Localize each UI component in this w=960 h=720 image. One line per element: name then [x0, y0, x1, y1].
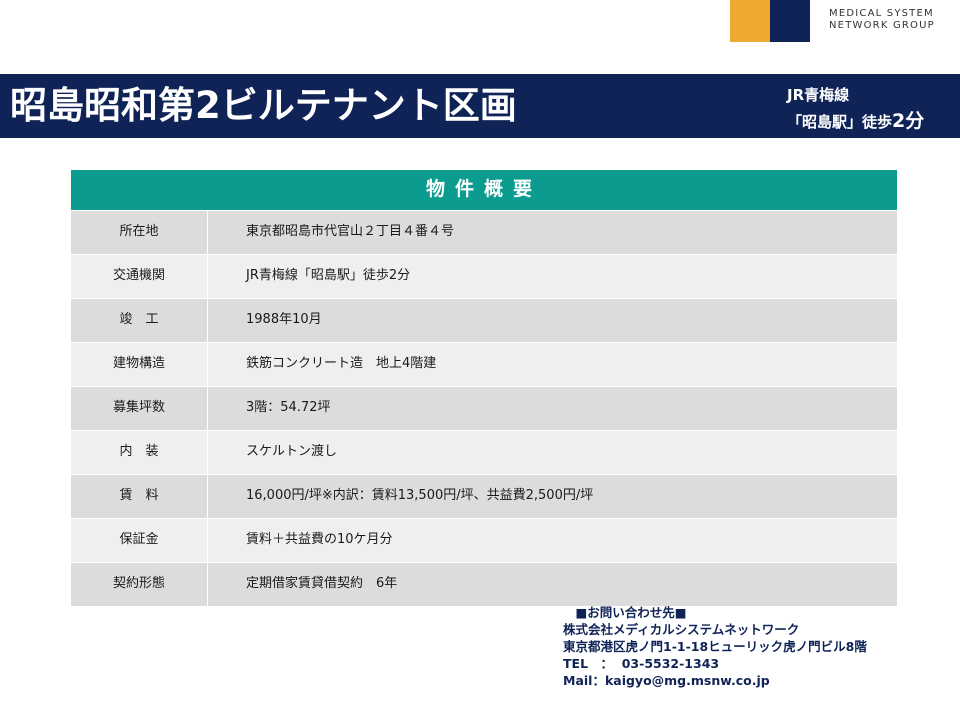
table-row: 内 装 スケルトン渡し	[71, 430, 897, 474]
contact-mail: Mail：kaigyo@mg.msnw.co.jp	[563, 673, 770, 688]
station-access-minutes: 2分	[892, 110, 925, 132]
row-label: 内 装	[71, 431, 208, 474]
table-row: 募集坪数 3階：54.72坪	[71, 386, 897, 430]
logo-text: MEDICAL SYSTEM NETWORK GROUP	[829, 8, 935, 32]
station-access: 「昭島駅」徒歩2分	[787, 108, 924, 135]
contact-company: 株式会社メディカルシステムネットワーク	[563, 622, 800, 637]
table-row: 竣 工 1988年10月	[71, 298, 897, 342]
row-label: 募集坪数	[71, 387, 208, 430]
row-value: 16,000円/坪※内訳：賃料13,500円/坪、共益費2,500円/坪	[246, 488, 594, 503]
contact-block: ■お問い合わせ先■ 株式会社メディカルシステムネットワーク 東京都港区虎ノ門1-…	[563, 604, 867, 689]
row-value: JR青梅線「昭島駅」徒歩2分	[246, 268, 411, 283]
row-value: 鉄筋コンクリート造 地上4階建	[246, 356, 437, 371]
contact-tel: TEL ： 03-5532-1343	[563, 656, 720, 671]
row-label: 竣 工	[71, 299, 208, 342]
contact-heading: ■お問い合わせ先■	[563, 605, 687, 620]
table-row: 契約形態 定期借家賃貸借契約 6年	[71, 562, 897, 606]
table-row: 保証金 賃料＋共益費の10ケ月分	[71, 518, 897, 562]
row-label: 保証金	[71, 519, 208, 562]
contact-address: 東京都港区虎ノ門1-1-18ヒューリック虎ノ門ビル8階	[563, 639, 867, 654]
logo-text-line1: MEDICAL SYSTEM	[829, 8, 934, 19]
property-summary-table: 物件概要 所在地 東京都昭島市代官山２丁目４番４号交通機関 JR青梅線「昭島駅」徒歩…	[71, 170, 897, 606]
row-label: 交通機関	[71, 255, 208, 298]
company-logo	[730, 0, 810, 42]
row-label: 所在地	[71, 211, 208, 254]
row-value: 東京都昭島市代官山２丁目４番４号	[246, 224, 455, 239]
station-line: JR青梅線	[787, 86, 850, 104]
station-info: JR青梅線 「昭島駅」徒歩2分	[787, 82, 924, 135]
logo-orange-square	[730, 0, 770, 42]
row-value: 3階：54.72坪	[246, 400, 331, 415]
row-value: 賃料＋共益費の10ケ月分	[246, 532, 393, 547]
row-value: 1988年10月	[246, 312, 322, 327]
logo-text-line2: NETWORK GROUP	[829, 20, 935, 31]
table-row: 所在地 東京都昭島市代官山２丁目４番４号	[71, 210, 897, 254]
row-label: 建物構造	[71, 343, 208, 386]
logo-navy-square	[770, 0, 810, 42]
table-row: 賃 料 16,000円/坪※内訳：賃料13,500円/坪、共益費2,500円/坪	[71, 474, 897, 518]
row-label: 契約形態	[71, 563, 208, 606]
table-row: 交通機関 JR青梅線「昭島駅」徒歩2分	[71, 254, 897, 298]
row-value: スケルトン渡し	[246, 444, 338, 459]
page-title: 昭島昭和第2ビルテナント区画	[10, 84, 517, 127]
table-row: 建物構造 鉄筋コンクリート造 地上4階建	[71, 342, 897, 386]
row-value: 定期借家賃貸借契約 6年	[246, 576, 398, 591]
title-bar: 昭島昭和第2ビルテナント区画 JR青梅線 「昭島駅」徒歩2分	[0, 74, 960, 138]
table-body: 所在地 東京都昭島市代官山２丁目４番４号交通機関 JR青梅線「昭島駅」徒歩2分竣 工…	[71, 210, 897, 606]
station-access-prefix: 「昭島駅」徒歩	[787, 113, 893, 131]
table-header: 物件概要	[71, 170, 897, 210]
row-label: 賃 料	[71, 475, 208, 518]
